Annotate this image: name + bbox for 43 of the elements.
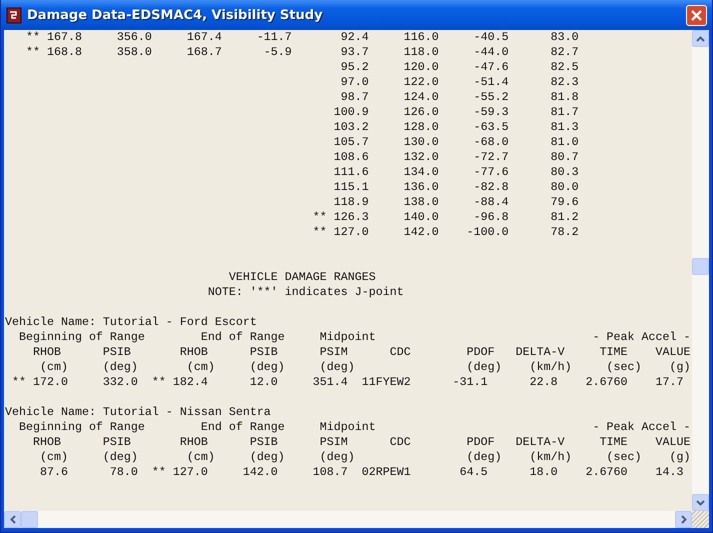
- close-icon: [690, 8, 703, 22]
- report-line: Beginning of Range End of Range Midpoint - Peak Accel -: [18, 420, 692, 435]
- app-icon: [6, 6, 23, 24]
- report-line: 103.2 128.0 -63.5 81.3: [332, 120, 580, 135]
- chevron-up-icon: [696, 36, 705, 42]
- report-line: RHOB PSIB RHOB PSIB PSIM CDC PDOF DELTA-V TIME VALUE: [32, 345, 692, 360]
- report-heading: VEHICLE DAMAGE RANGES: [228, 270, 377, 285]
- report-line: Vehicle Name: Tutorial - Nissan Sentra: [5, 405, 272, 420]
- report-heading: NOTE: '**' indicates J-point: [206, 285, 405, 300]
- chevron-down-icon: [696, 500, 705, 506]
- report-line: 87.6 78.0 ** 127.0 142.0 108.7 02RPEW1 64.5 18.0 2.6760 14.3: [38, 465, 685, 480]
- report-line: Vehicle Name: Tutorial - Ford Escort: [5, 315, 258, 330]
- report-line: 108.6 132.0 -72.7 80.7: [332, 150, 580, 165]
- report-line: ** 172.0 332.0 ** 182.4 12.0 351.4 11FYEW2 -31.1 22.8 2.6760 17.7: [10, 375, 685, 390]
- report-line: ** 126.3 140.0 -96.8 81.2: [312, 210, 580, 225]
- chevron-right-icon: [680, 515, 686, 524]
- report-line: 97.0 122.0 -51.4 82.3: [340, 75, 580, 90]
- report-line: (cm) (deg) (cm) (deg) (deg) (deg) (km/h) (sec) (g): [38, 360, 692, 375]
- close-button[interactable]: [686, 4, 707, 26]
- vertical-scrollbar[interactable]: [692, 30, 709, 511]
- report-line: 111.6 134.0 -77.6 80.3: [332, 165, 580, 180]
- scroll-down-button[interactable]: [692, 494, 709, 511]
- scroll-thumb[interactable]: [21, 511, 38, 528]
- horizontal-scrollbar[interactable]: [4, 511, 692, 528]
- resize-grip[interactable]: [692, 511, 709, 528]
- scroll-up-button[interactable]: [692, 30, 709, 47]
- chevron-left-icon: [10, 515, 16, 524]
- report-line: 118.9 138.0 -88.4 79.6: [332, 195, 580, 210]
- report-line: ** 127.0 142.0 -100.0 78.2: [312, 225, 580, 240]
- report-line: ** 167.8 356.0 167.4 -11.7 92.4 116.0 -40.5 83.0: [24, 30, 580, 45]
- report-line: RHOB PSIB RHOB PSIB PSIM CDC PDOF DELTA-V TIME VALUE: [32, 435, 692, 450]
- report-line: 95.2 120.0 -47.6 82.5: [340, 60, 580, 75]
- scroll-left-button[interactable]: [4, 511, 21, 528]
- scroll-right-button[interactable]: [675, 511, 692, 528]
- scroll-thumb[interactable]: [692, 258, 709, 275]
- report-line: 100.9 126.0 -59.3 81.7: [332, 105, 580, 120]
- report-line: ** 168.8 358.0 168.7 -5.9 93.7 118.0 -44.0 82.7: [24, 45, 580, 60]
- report-line: 105.7 130.0 -68.0 81.0: [332, 135, 580, 150]
- window-title: Damage Data-EDSMAC4, Visibility Study: [27, 8, 324, 22]
- report-line: 115.1 136.0 -82.8 80.0: [332, 180, 580, 195]
- report-line: (cm) (deg) (cm) (deg) (deg) (deg) (km/h) (sec) (g): [38, 450, 692, 465]
- report-line: Beginning of Range End of Range Midpoint - Peak Accel -: [18, 330, 692, 345]
- report-line: 98.7 124.0 -55.2 81.8: [340, 90, 580, 105]
